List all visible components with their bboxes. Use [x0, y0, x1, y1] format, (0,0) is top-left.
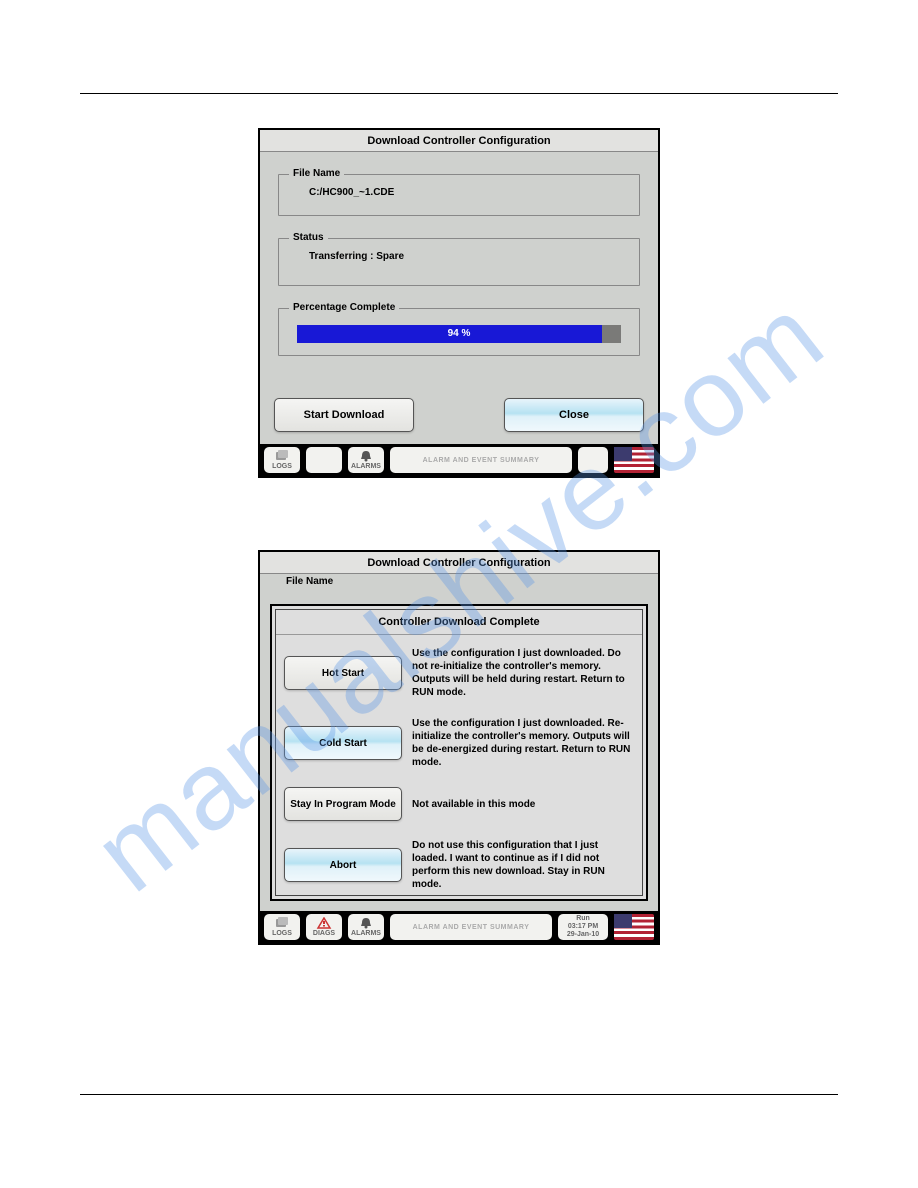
alarms-label: ALARMS: [351, 463, 381, 470]
bell-icon: [358, 450, 374, 462]
alarm-summary-button[interactable]: ALARM AND EVENT SUMMARY: [390, 447, 572, 473]
page-rule-bottom: [80, 1094, 838, 1095]
close-button[interactable]: Close: [504, 398, 644, 432]
alarms-button[interactable]: ALARMS: [348, 447, 384, 473]
us-flag-icon[interactable]: [614, 447, 654, 473]
status-value: Transferring : Spare: [309, 251, 629, 262]
button-row: Start Download Close: [274, 398, 644, 432]
file-name-group: File Name C:/HC900_~1.CDE: [278, 174, 640, 216]
logs-button[interactable]: LOGS: [264, 914, 300, 940]
bottom-toolbar: LOGS DIAGS ALARMS ALARM AND EVENT SUMMAR…: [260, 911, 658, 943]
option-row-stay-program: Stay In Program Mode Not available in th…: [276, 781, 642, 827]
dialog-title: Controller Download Complete: [276, 610, 642, 635]
option-row-abort: Abort Do not use this configuration that…: [276, 833, 642, 897]
dialog-inner: Controller Download Complete Hot Start U…: [275, 609, 643, 896]
bottom-toolbar: LOGS ALARMS ALARM AND EVENT SUMMARY: [260, 444, 658, 476]
file-name-value: C:/HC900_~1.CDE: [309, 187, 629, 198]
logs-button[interactable]: LOGS: [264, 447, 300, 473]
panel-body: File Name C:/HC900_~1.CDE Status Transfe…: [260, 152, 658, 444]
download-complete-panel: Download Controller Configuration File N…: [258, 550, 660, 945]
file-name-legend: File Name: [289, 168, 344, 179]
clock-chip: Run 03:17 PM 29-Jan-10: [558, 914, 608, 940]
option-row-cold-start: Cold Start Use the configuration I just …: [276, 711, 642, 775]
clock-mode: Run: [576, 915, 590, 923]
bar-blank2[interactable]: [578, 447, 608, 473]
cold-start-desc: Use the configuration I just downloaded.…: [412, 717, 632, 769]
diags-icon: [316, 917, 332, 929]
diags-button[interactable]: DIAGS: [306, 914, 342, 940]
summary-label: ALARM AND EVENT SUMMARY: [413, 924, 530, 931]
panel-title: Download Controller Configuration: [260, 130, 658, 152]
status-group: Status Transferring : Spare: [278, 238, 640, 286]
progress-bar: 94 %: [297, 325, 621, 343]
summary-label: ALARM AND EVENT SUMMARY: [423, 457, 540, 464]
abort-button[interactable]: Abort: [284, 848, 402, 882]
hot-start-desc: Use the configuration I just downloaded.…: [412, 647, 632, 699]
page-rule-top: [80, 93, 838, 94]
logs-label: LOGS: [272, 930, 292, 937]
abort-desc: Do not use this configuration that I jus…: [412, 839, 632, 891]
alarm-summary-button[interactable]: ALARM AND EVENT SUMMARY: [390, 914, 552, 940]
download-complete-dialog: Controller Download Complete Hot Start U…: [270, 604, 648, 901]
stay-program-mode-button[interactable]: Stay In Program Mode: [284, 787, 402, 821]
alarms-button[interactable]: ALARMS: [348, 914, 384, 940]
diags-label: DIAGS: [313, 930, 335, 937]
stay-program-desc: Not available in this mode: [412, 798, 632, 811]
file-name-legend: File Name: [284, 576, 335, 587]
hot-start-button[interactable]: Hot Start: [284, 656, 402, 690]
bell-icon: [358, 917, 374, 929]
logs-icon: [274, 450, 290, 462]
us-flag-icon[interactable]: [614, 914, 654, 940]
clock-date: 29-Jan-10: [567, 931, 599, 939]
panel-title: Download Controller Configuration: [260, 552, 658, 574]
alarms-label: ALARMS: [351, 930, 381, 937]
percentage-group: Percentage Complete 94 %: [278, 308, 640, 356]
logs-label: LOGS: [272, 463, 292, 470]
cold-start-button[interactable]: Cold Start: [284, 726, 402, 760]
percentage-legend: Percentage Complete: [289, 302, 399, 313]
download-config-panel: Download Controller Configuration File N…: [258, 128, 660, 478]
option-row-hot-start: Hot Start Use the configuration I just d…: [276, 641, 642, 705]
start-download-button[interactable]: Start Download: [274, 398, 414, 432]
logs-icon: [274, 917, 290, 929]
bar-blank[interactable]: [306, 447, 342, 473]
progress-text: 94 %: [297, 325, 621, 343]
status-legend: Status: [289, 232, 328, 243]
clock-time: 03:17 PM: [568, 923, 598, 931]
